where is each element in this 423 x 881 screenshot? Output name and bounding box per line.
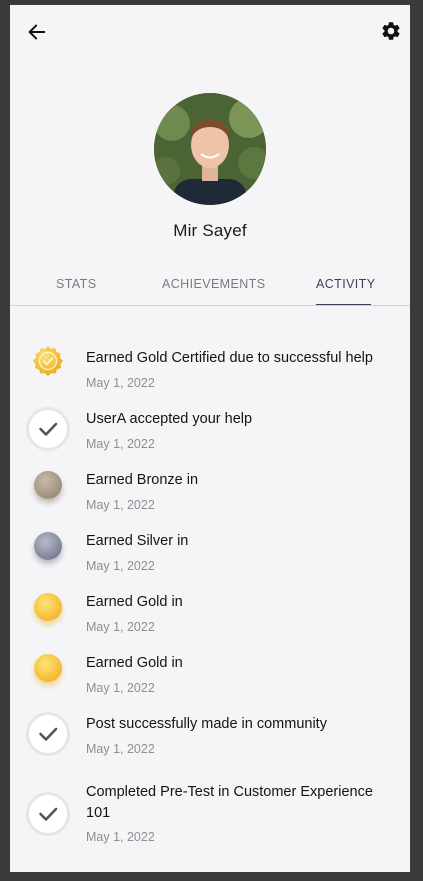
tab-achievements[interactable]: ACHIEVEMENTS	[162, 277, 265, 291]
activity-date: May 1, 2022	[86, 559, 155, 573]
back-button[interactable]	[26, 21, 48, 43]
bronze-medal-icon	[27, 464, 69, 506]
activity-date: May 1, 2022	[86, 376, 155, 390]
activity-title: Post successfully made in community	[86, 716, 327, 732]
activity-title: Completed Pre-Test in Customer Experienc…	[86, 784, 373, 821]
activity-title: Earned Bronze in	[86, 472, 199, 488]
checkmark-icon	[27, 713, 69, 755]
checkmark-icon	[27, 793, 69, 835]
gold-medal-icon	[27, 586, 69, 628]
activity-title: UserA accepted your help	[86, 411, 253, 427]
top-bar	[10, 5, 410, 57]
gold-medal-icon	[27, 647, 69, 689]
activity-date: May 1, 2022	[86, 498, 155, 512]
arrow-left-icon	[28, 24, 46, 40]
profile-screen: Mir Sayef STATS ACHIEVEMENTS ACTIVITY Ea…	[10, 5, 410, 872]
gold-certified-badge-icon	[27, 341, 69, 383]
activity-date: May 1, 2022	[86, 681, 155, 695]
activity-title: Earned Silver in	[86, 533, 189, 549]
activity-date: May 1, 2022	[86, 620, 155, 634]
activity-date: May 1, 2022	[86, 437, 155, 451]
tabs-divider	[10, 305, 410, 306]
checkmark-icon	[27, 408, 69, 450]
silver-medal-icon	[27, 525, 69, 567]
activity-title: Earned Gold in	[86, 594, 183, 610]
tab-activity[interactable]: ACTIVITY	[316, 277, 375, 291]
settings-button[interactable]	[380, 20, 402, 42]
tab-stats[interactable]: STATS	[56, 277, 96, 291]
activity-title: Earned Gold Certified due to successful …	[86, 350, 373, 366]
profile-name: Mir Sayef	[173, 221, 247, 240]
avatar-photo	[154, 93, 266, 205]
activity-title: Earned Gold in	[86, 655, 183, 671]
activity-date: May 1, 2022	[86, 742, 155, 756]
activity-date: May 1, 2022	[86, 830, 155, 844]
gear-icon	[382, 22, 400, 40]
avatar	[154, 93, 266, 205]
profile-tabs: STATS ACHIEVEMENTS ACTIVITY	[10, 269, 410, 306]
